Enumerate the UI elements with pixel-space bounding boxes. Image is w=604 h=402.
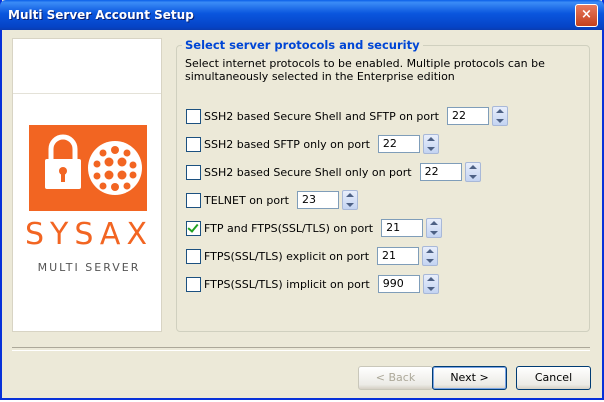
protocol-checkbox-checked[interactable] (186, 220, 201, 236)
title-bar[interactable]: Multi Server Account Setup × (0, 0, 604, 30)
protocol-row-ssh2-sftp: SSH2 based Secure Shell and SFTP on port… (186, 106, 508, 126)
close-button[interactable]: × (575, 4, 598, 27)
protocol-checkbox[interactable] (186, 108, 201, 124)
logo-panel: SYSAX MULTI SERVER (12, 38, 162, 332)
protocol-row-telnet: TELNET on port 23 (186, 190, 358, 210)
brand-name: SYSAX (24, 217, 154, 252)
protocol-row-shell-only: SSH2 based Secure Shell only on port 22 (186, 162, 481, 182)
protocol-label: TELNET on port (204, 193, 289, 207)
protocol-label: FTPS(SSL/TLS) explicit on port (204, 249, 370, 263)
port-input[interactable]: 21 (381, 219, 424, 237)
protocol-checkbox[interactable] (186, 164, 201, 180)
back-button[interactable]: < Back (358, 366, 433, 390)
protocol-row-ftp-ftps: FTP and FTPS(SSL/TLS) on port 21 (186, 218, 443, 238)
port-input[interactable]: 22 (377, 135, 420, 153)
port-spinner-icon[interactable] (422, 134, 439, 154)
protocol-label: SSH2 based Secure Shell and SFTP on port (204, 109, 439, 123)
brand-subtitle: MULTI SERVER (37, 261, 141, 274)
next-button[interactable]: Next > (432, 366, 507, 390)
port-input[interactable]: 21 (377, 247, 420, 265)
port-spinner-icon[interactable] (341, 190, 358, 210)
cancel-button[interactable]: Cancel (516, 366, 591, 390)
footer-divider (12, 347, 590, 351)
port-spinner-icon[interactable] (491, 106, 508, 126)
group-description: Select internet protocols to be enabled.… (185, 57, 545, 83)
port-spinner-icon[interactable] (426, 218, 443, 238)
port-spinner-icon[interactable] (464, 162, 481, 182)
protocol-checkbox[interactable] (186, 248, 201, 264)
protocol-label: SSH2 based Secure Shell only on port (204, 165, 412, 179)
protocol-label: SSH2 based SFTP only on port (204, 137, 370, 151)
port-input[interactable]: 23 (296, 191, 339, 209)
window-title: Multi Server Account Setup (8, 8, 194, 22)
protocol-checkbox[interactable] (186, 192, 201, 208)
port-input[interactable]: 990 (377, 275, 420, 293)
protocol-checkbox[interactable] (186, 136, 201, 152)
sysax-logo-icon (29, 125, 147, 211)
protocol-row-ftps-explicit: FTPS(SSL/TLS) explicit on port 21 (186, 246, 439, 266)
port-spinner-icon[interactable] (422, 274, 439, 294)
protocol-label: FTP and FTPS(SSL/TLS) on port (204, 221, 374, 235)
protocol-label: FTPS(SSL/TLS) implicit on port (204, 277, 370, 291)
group-title: Select server protocols and security (182, 38, 423, 52)
divider (13, 93, 161, 94)
protocol-checkbox[interactable] (186, 276, 201, 292)
protocol-row-sftp-only: SSH2 based SFTP only on port 22 (186, 134, 439, 154)
port-spinner-icon[interactable] (422, 246, 439, 266)
protocol-row-ftps-implicit: FTPS(SSL/TLS) implicit on port 990 (186, 274, 439, 294)
port-input[interactable]: 22 (419, 163, 462, 181)
port-input[interactable]: 22 (446, 107, 489, 125)
